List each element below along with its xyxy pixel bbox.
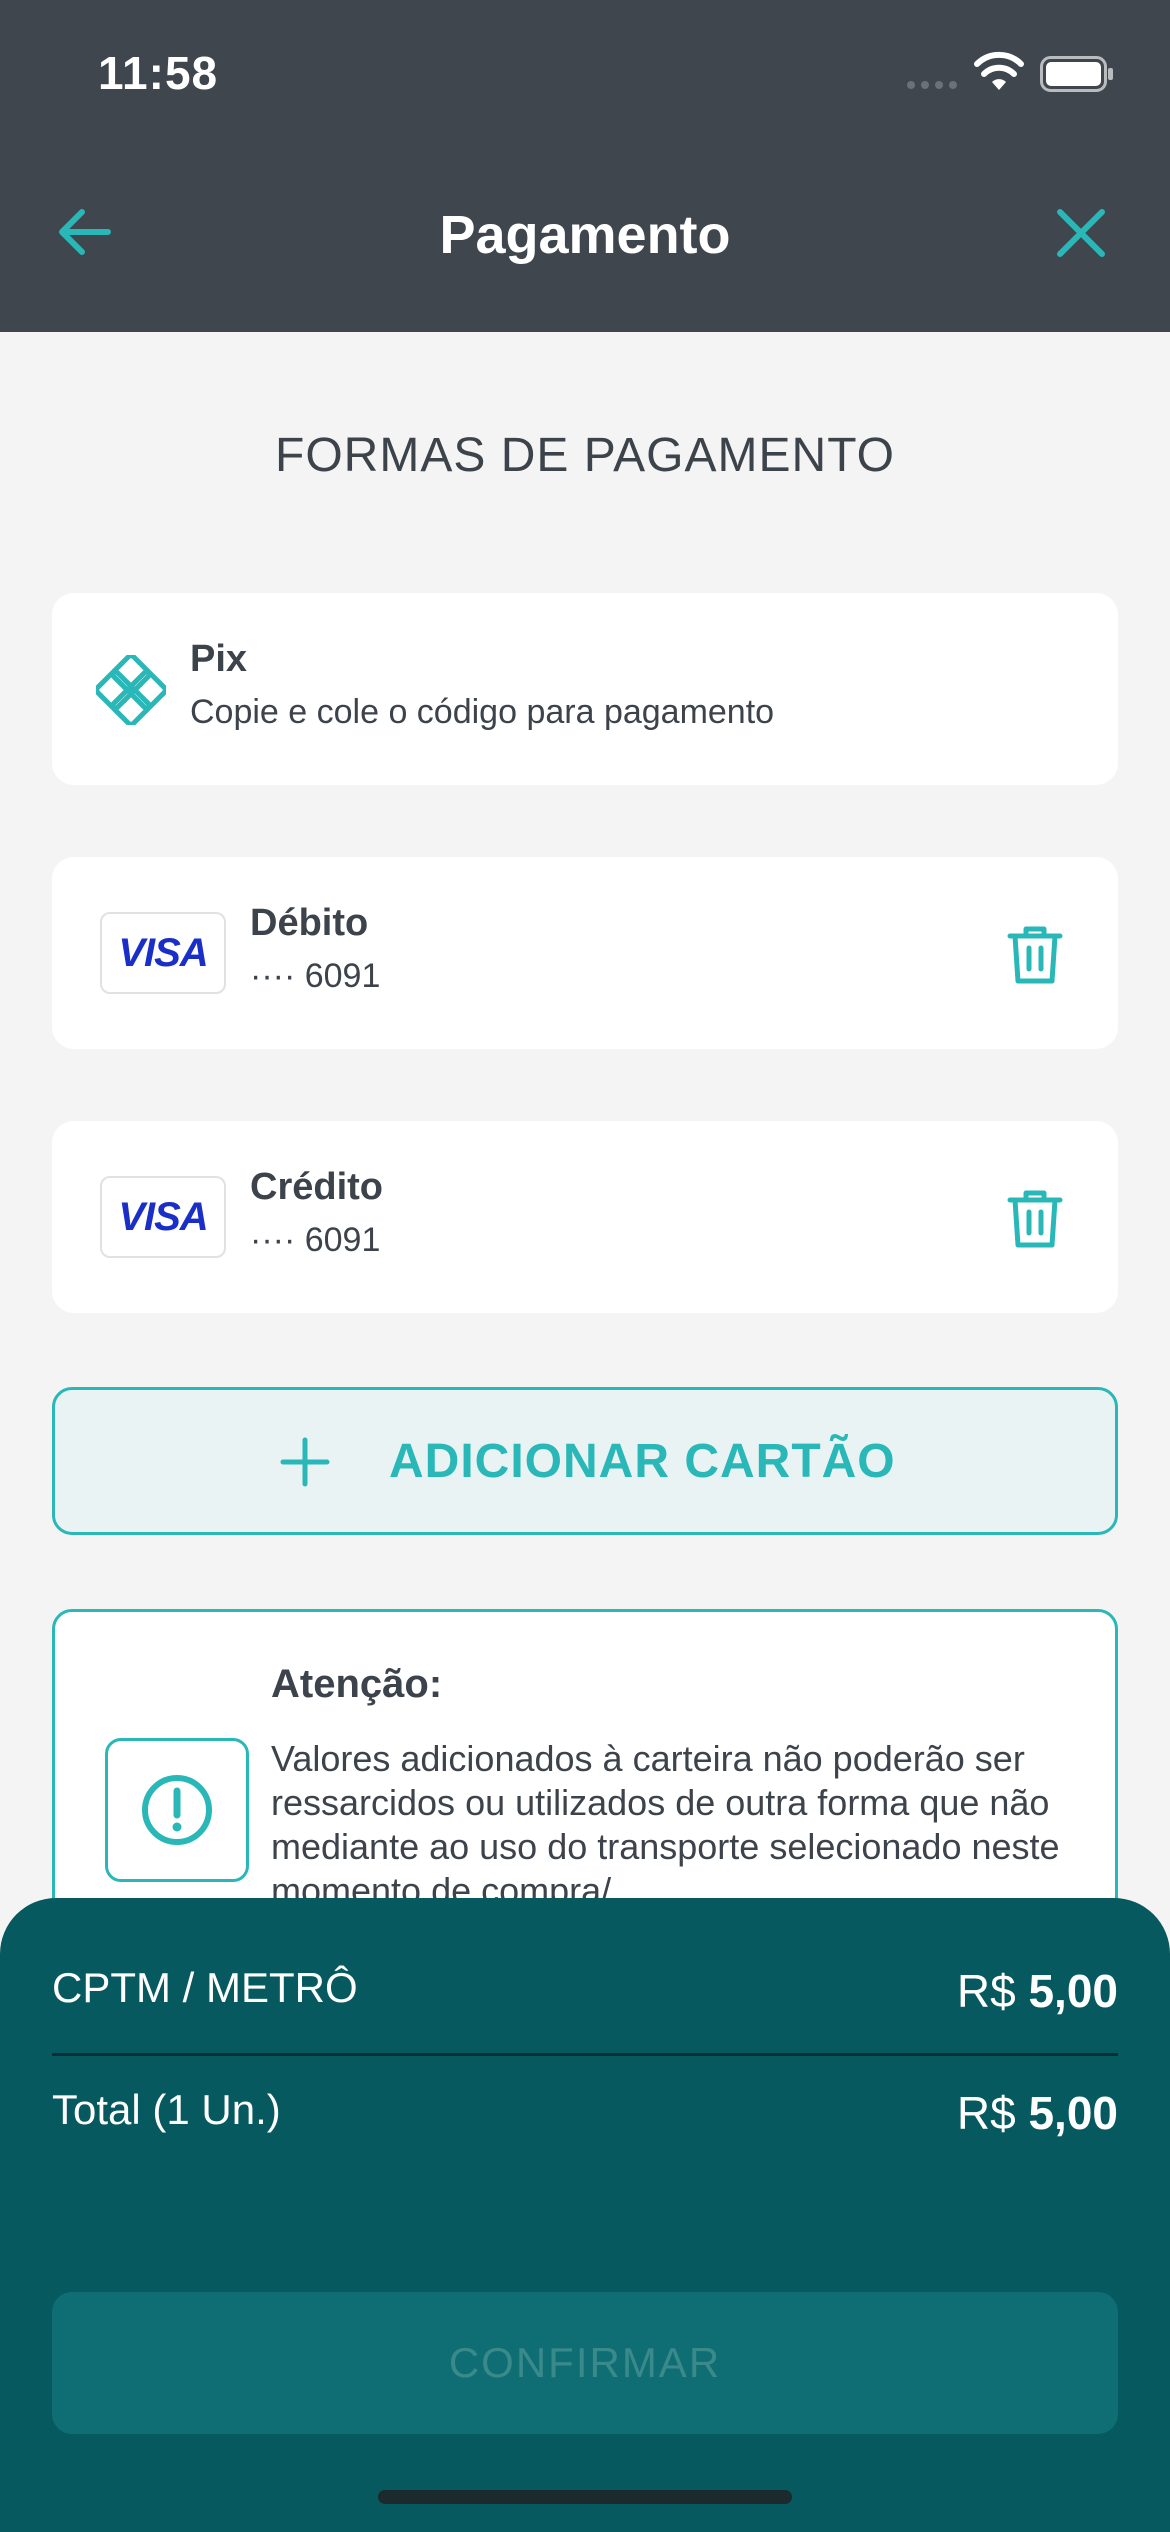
summary-item-label: CPTM / METRÔ	[52, 1964, 358, 2011]
payment-option-credit-card[interactable]: VISA Crédito ···· 6091	[52, 1121, 1118, 1313]
pix-title: Pix	[190, 638, 248, 680]
section-title: FORMAS DE PAGAMENTO	[275, 429, 895, 482]
battery-icon	[1040, 56, 1113, 92]
plus-icon	[280, 1437, 330, 1487]
payment-option-pix[interactable]: Pix Copie e cole o código para pagamento	[52, 593, 1118, 785]
total-amount: 5,00	[1028, 2087, 1118, 2139]
close-icon[interactable]	[1054, 206, 1108, 260]
add-card-label: ADICIONAR CARTÃO	[389, 1435, 896, 1488]
debit-title: Débito	[250, 902, 369, 944]
cellular-signal-icon	[907, 81, 957, 89]
payment-option-debit-card[interactable]: VISA Débito ···· 6091	[52, 857, 1118, 1049]
currency-symbol: R$	[956, 2087, 1016, 2139]
pix-icon	[96, 655, 166, 725]
credit-card-number: ···· 6091	[250, 1221, 381, 1259]
page-title: Pagamento	[439, 205, 731, 265]
total-label: Total (1 Un.)	[52, 2086, 281, 2133]
summary-divider	[52, 2053, 1118, 2056]
item-amount: 5,00	[1028, 1965, 1118, 2017]
add-card-button[interactable]: ADICIONAR CARTÃO	[52, 1387, 1118, 1535]
trash-icon[interactable]	[1002, 921, 1068, 987]
warning-title: Atenção:	[271, 1662, 443, 1706]
home-indicator	[378, 2490, 792, 2504]
visa-logo: VISA	[100, 912, 226, 994]
summary-item-price: R$ 5,00	[957, 1964, 1118, 2018]
visa-logo: VISA	[100, 1176, 226, 1258]
wifi-icon	[974, 51, 1024, 90]
currency-symbol: R$	[956, 1965, 1016, 2017]
trash-icon[interactable]	[1002, 1185, 1068, 1251]
warning-text: Valores adicionados à carteira não poder…	[271, 1738, 1060, 1911]
order-summary-panel: CPTM / METRÔ R$ 5,00 Total (1 Un.) R$ 5,…	[0, 1898, 1170, 2532]
header-bar: 11:58 Pagamento	[0, 0, 1170, 332]
pix-subtitle: Copie e cole o código para pagamento	[190, 693, 775, 731]
exclamation-circle-icon	[105, 1738, 249, 1882]
confirm-button[interactable]: CONFIRMAR	[52, 2292, 1118, 2434]
status-time: 11:58	[98, 47, 219, 99]
debit-card-number: ···· 6091	[250, 957, 381, 995]
total-price: R$ 5,00	[957, 2086, 1118, 2140]
credit-title: Crédito	[250, 1166, 383, 1208]
